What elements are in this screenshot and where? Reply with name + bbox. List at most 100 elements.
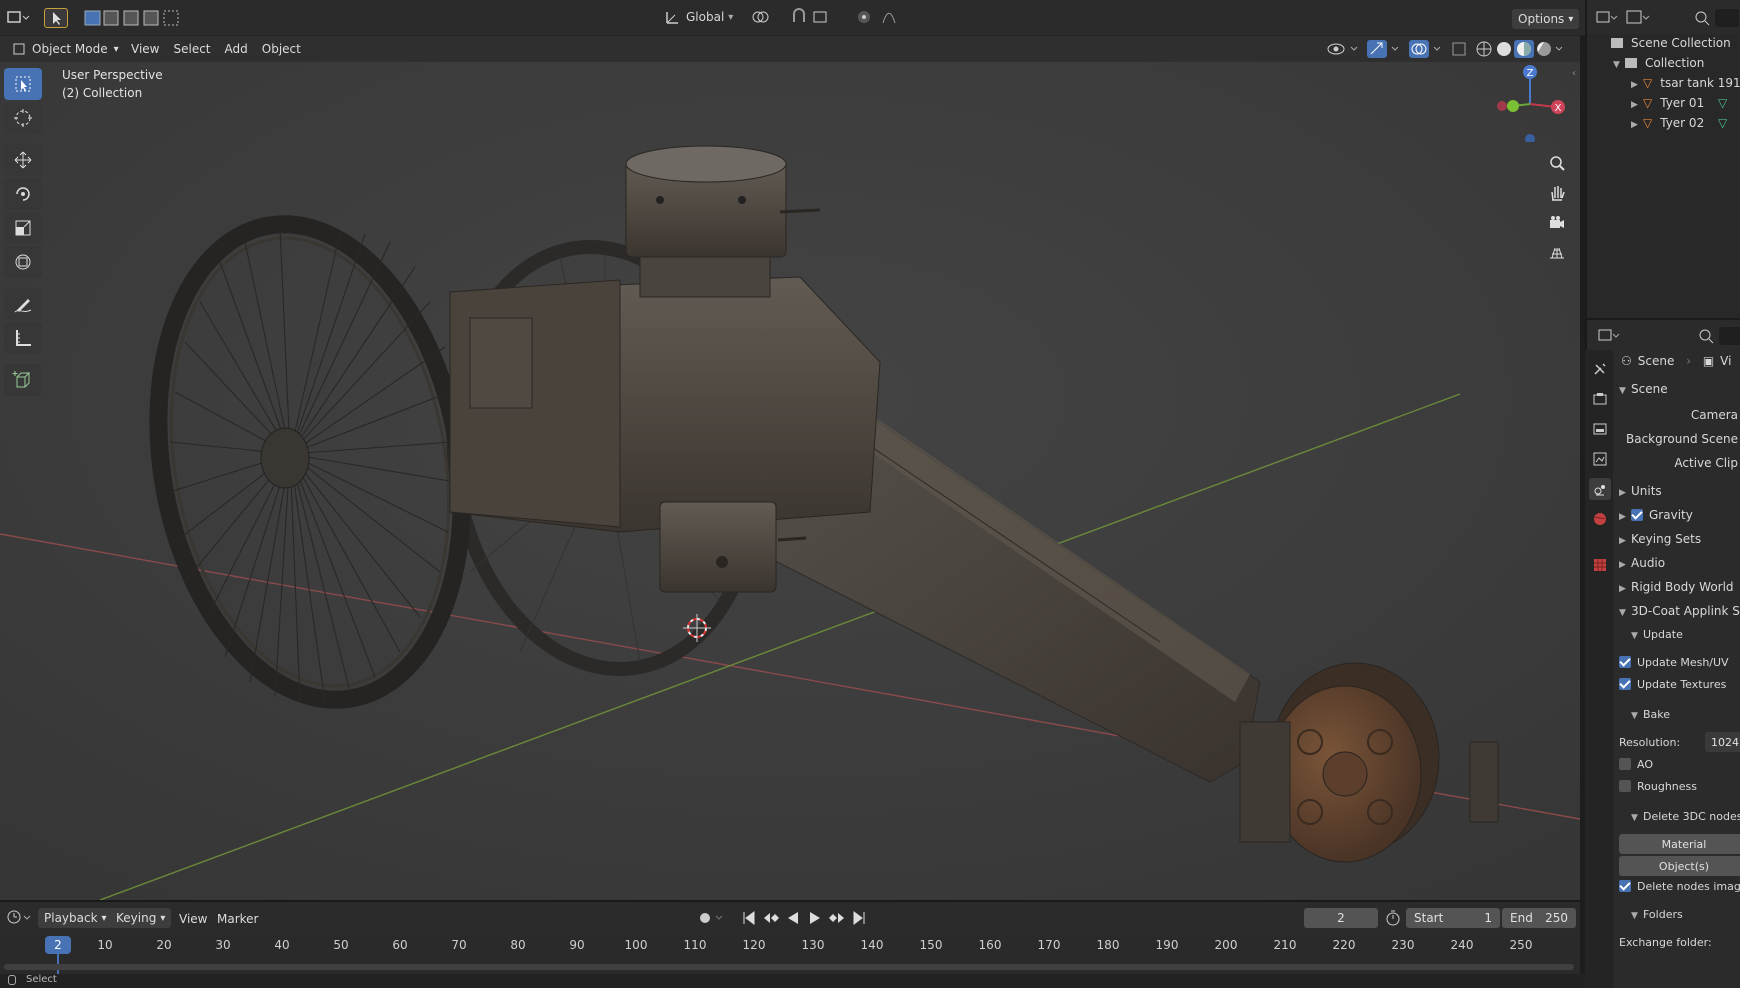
roughness-checkbox[interactable]: Roughness [1619, 780, 1697, 793]
play-reverse-icon[interactable] [784, 909, 802, 927]
outliner-scene-collection[interactable]: Scene Collection [1611, 36, 1731, 50]
checkbox[interactable] [1619, 880, 1631, 892]
frame-ruler[interactable]: 10 20 30 40 50 60 70 80 90 100 110 120 130 140 150 160 1… [0, 932, 1580, 956]
output-tab-icon[interactable] [1589, 418, 1611, 440]
current-frame-field[interactable]: 2 [1304, 908, 1378, 928]
viewport-scene[interactable] [0, 62, 1580, 900]
tool-tab-icon[interactable] [1589, 358, 1611, 380]
snap-icon[interactable] [790, 8, 845, 26]
gravity-checkbox[interactable] [1631, 509, 1643, 521]
properties-editor-icon[interactable] [1597, 326, 1637, 346]
camera-icon[interactable] [1546, 212, 1568, 234]
proportional-edit-icon[interactable] [855, 8, 905, 26]
pivot-icon[interactable] [750, 8, 780, 26]
material-button[interactable]: Material [1619, 834, 1740, 854]
timeline-area[interactable]: 10 20 30 40 50 60 70 80 90 100 110 120 130 140 150 160 1… [0, 932, 1580, 974]
scene-section-header[interactable]: ▼ Scene [1619, 382, 1668, 396]
checkbox[interactable] [1619, 758, 1631, 770]
menu-marker[interactable]: Marker [210, 912, 265, 926]
stopwatch-icon[interactable] [1384, 909, 1402, 930]
update-textures-checkbox[interactable]: Update Textures [1619, 678, 1726, 691]
next-keyframe-icon[interactable] [828, 909, 846, 927]
navigation-gizmo[interactable]: Z X [1490, 62, 1580, 144]
outliner-header-icons[interactable] [1595, 8, 1655, 28]
menu-object[interactable]: Object [255, 42, 308, 56]
subpanel-bake[interactable]: ▼ Bake [1631, 708, 1670, 721]
select-tool-icon[interactable] [44, 8, 68, 28]
overlay-toggle-icon[interactable] [1408, 39, 1444, 59]
editor-type-icon[interactable] [6, 8, 30, 29]
panel-gravity[interactable]: ▶ Gravity [1619, 508, 1693, 522]
panel-audio[interactable]: ▶ Audio [1619, 556, 1665, 570]
menu-select[interactable]: Select [166, 42, 217, 56]
subpanel-folders[interactable]: ▼ Folders [1631, 908, 1683, 921]
checkbox[interactable] [1619, 780, 1631, 792]
delete-images-checkbox[interactable]: Delete nodes images [1619, 880, 1740, 893]
3d-viewport[interactable]: User Perspective (2) Collection Z X ‹ [0, 62, 1580, 900]
world-tab-icon[interactable] [1589, 508, 1611, 530]
prev-keyframe-icon[interactable] [762, 909, 780, 927]
search-icon[interactable] [1695, 326, 1740, 346]
annotate-tool[interactable] [4, 288, 42, 320]
options-label: Options [1518, 12, 1565, 26]
update-mesh-checkbox[interactable]: Update Mesh/UV [1619, 656, 1729, 669]
snap-controls[interactable] [750, 8, 905, 26]
subpanel-update[interactable]: ▼ Update [1631, 628, 1683, 641]
outliner-item[interactable]: ▶ ▽ Tyer 01 ▽ [1631, 96, 1727, 110]
view-layer-tab-icon[interactable] [1589, 448, 1611, 470]
gizmo-toggle-icon[interactable] [1366, 39, 1402, 59]
xray-icon[interactable] [1450, 39, 1468, 59]
end-frame-field[interactable]: End 250 [1502, 908, 1576, 928]
pan-hand-icon[interactable] [1546, 182, 1568, 204]
menu-view[interactable]: View [124, 42, 166, 56]
start-frame-field[interactable]: Start 1 [1406, 908, 1500, 928]
outliner-item[interactable]: ▶ ▽ tsar tank 1914 [1631, 76, 1740, 90]
menu-add[interactable]: Add [218, 42, 255, 56]
grid-icon[interactable] [1546, 242, 1568, 264]
search-icon[interactable] [1691, 8, 1739, 28]
add-cube-tool[interactable] [4, 364, 42, 396]
measure-tool[interactable] [4, 322, 42, 354]
expand-arrow-icon: ▼ [1613, 60, 1620, 70]
jump-start-icon[interactable] [740, 909, 758, 927]
selection-mode-icons[interactable] [84, 9, 179, 30]
checkbox[interactable] [1619, 656, 1631, 668]
objects-button[interactable]: Object(s) [1619, 856, 1740, 876]
scale-tool[interactable] [4, 212, 42, 244]
options-dropdown[interactable]: Options ▾ [1512, 9, 1580, 29]
select-box-tool[interactable] [4, 68, 42, 100]
texture-tab-icon[interactable] [1589, 554, 1611, 576]
timeline-editor-icon[interactable] [6, 908, 34, 929]
zoom-icon[interactable] [1546, 152, 1568, 174]
keying-menu[interactable]: Keying ▾ [110, 908, 172, 928]
shading-mode-icons[interactable] [1474, 39, 1564, 59]
record-button[interactable] [696, 909, 726, 930]
move-tool[interactable] [4, 144, 42, 176]
resolution-field[interactable]: 1024 [1705, 732, 1740, 752]
mode-dropdown[interactable]: Object Mode ▾ [6, 39, 125, 59]
frame-tick-label: 210 [1273, 938, 1297, 952]
panel-keying-sets[interactable]: ▶ Keying Sets [1619, 532, 1701, 546]
ao-checkbox[interactable]: AO [1619, 758, 1653, 771]
menu-view[interactable]: View [172, 912, 214, 926]
scene-tab-icon[interactable] [1589, 478, 1611, 500]
panel-units[interactable]: ▶ Units [1619, 484, 1662, 498]
subpanel-delete-3dc-nodes[interactable]: ▼ Delete 3DC nodes [1631, 810, 1740, 823]
transform-tool[interactable] [4, 246, 42, 278]
collapse-icon[interactable]: ‹ [1572, 68, 1576, 79]
jump-end-icon[interactable] [850, 909, 868, 927]
panel-rigid-body-world[interactable]: ▶ Rigid Body World [1619, 580, 1734, 594]
outliner-collection[interactable]: ▼ Collection [1613, 56, 1704, 70]
checkbox[interactable] [1619, 678, 1631, 690]
playhead-indicator[interactable]: 2 [45, 936, 71, 954]
play-icon[interactable] [806, 909, 824, 927]
outliner-item[interactable]: ▶ ▽ Tyer 02 ▽ [1631, 116, 1727, 130]
rotate-tool[interactable] [4, 178, 42, 210]
transform-orientation[interactable]: Global ▾ [664, 8, 733, 26]
cursor-tool[interactable] [4, 102, 42, 134]
playback-menu[interactable]: Playback ▾ [38, 908, 113, 928]
panel-3dcoat-applink[interactable]: ▼ 3D-Coat Applink Se [1619, 604, 1740, 618]
visibility-icon[interactable] [1326, 39, 1360, 59]
render-tab-icon[interactable] [1589, 388, 1611, 410]
timeline-scrollbar[interactable] [4, 964, 1574, 970]
